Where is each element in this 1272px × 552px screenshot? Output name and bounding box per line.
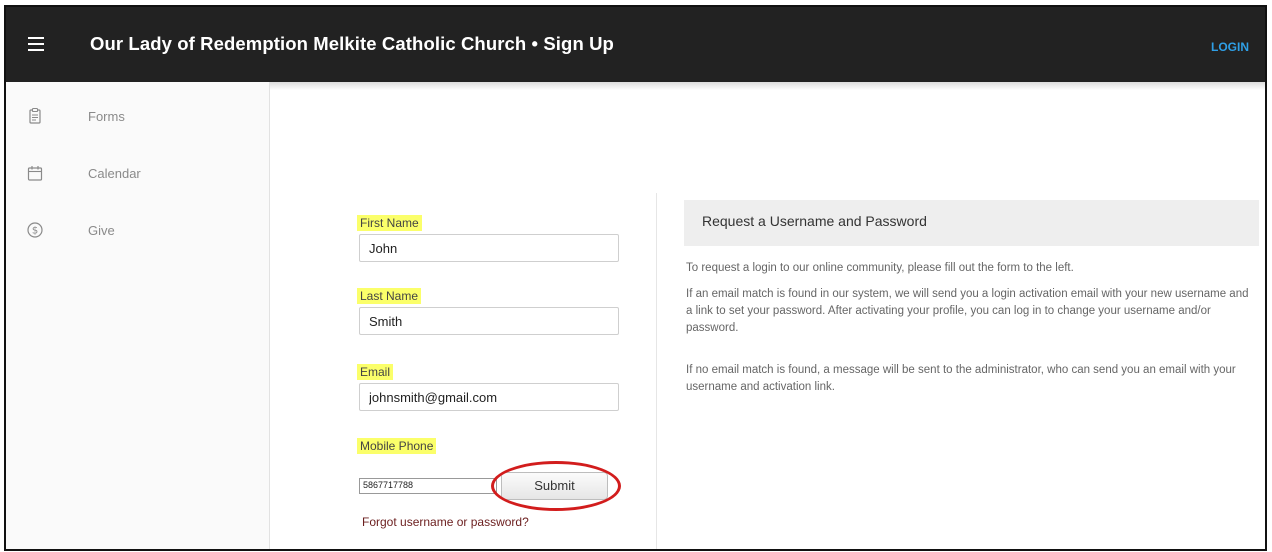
login-link[interactable]: LOGIN (1211, 40, 1249, 54)
svg-text:$: $ (32, 226, 38, 237)
sidebar-item-label: Calendar (88, 166, 141, 181)
submit-button[interactable]: Submit (501, 472, 608, 500)
top-app-bar: Our Lady of Redemption Melkite Catholic … (6, 7, 1265, 82)
mobile-phone-label: Mobile Phone (357, 438, 437, 454)
first-name-input[interactable] (359, 234, 619, 262)
clipboard-icon (29, 107, 41, 124)
info-paragraph: If no email match is found, a message wi… (686, 364, 1236, 393)
main-content: First Name Last Name Email Mobile Phone … (270, 82, 1265, 549)
app-window: Our Lady of Redemption Melkite Catholic … (4, 5, 1267, 551)
forgot-password-link[interactable]: Forgot username or password? (362, 515, 529, 529)
email-label: Email (357, 364, 394, 380)
last-name-label: Last Name (357, 288, 422, 304)
email-input[interactable] (359, 383, 619, 411)
column-divider (656, 193, 657, 549)
page-title: Our Lady of Redemption Melkite Catholic … (90, 33, 614, 54)
info-paragraph: To request a login to our online communi… (686, 262, 1074, 274)
calendar-icon (27, 166, 43, 181)
sidebar-item-give[interactable]: $ Give (6, 218, 269, 248)
sidebar-item-calendar[interactable]: Calendar (6, 161, 269, 191)
dollar-circle-icon: $ (27, 222, 43, 238)
sidebar-item-forms[interactable]: Forms (6, 104, 269, 134)
info-paragraph: If an email match is found in our system… (686, 288, 1249, 334)
mobile-phone-input[interactable]: 5867717788 (359, 478, 497, 494)
sidebar-item-label: Forms (88, 109, 125, 124)
header-shadow (270, 82, 1265, 90)
last-name-input[interactable] (359, 307, 619, 335)
first-name-label: First Name (357, 215, 422, 231)
hamburger-menu-icon[interactable] (28, 37, 44, 51)
info-panel-title: Request a Username and Password (702, 213, 927, 229)
info-panel-header: Request a Username and Password (684, 200, 1259, 246)
sidebar-item-label: Give (88, 223, 115, 238)
sidebar: Forms Calendar $ Give (6, 82, 270, 549)
